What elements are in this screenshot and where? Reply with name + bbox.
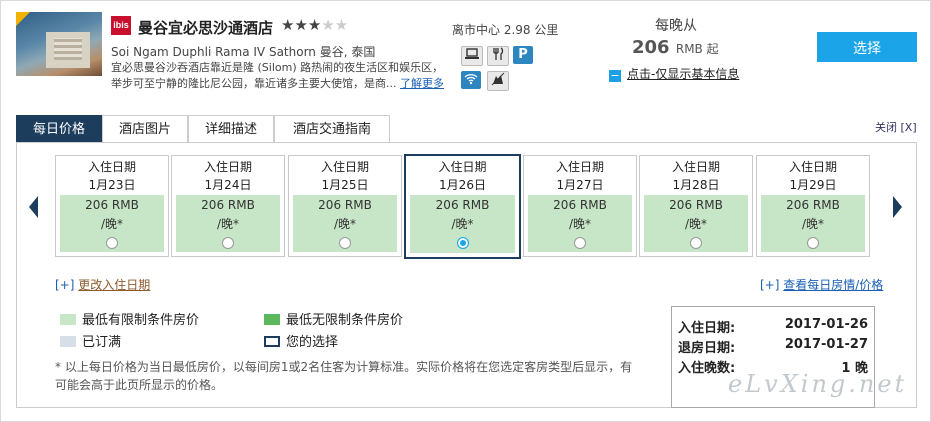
change-checkin-link[interactable]: [+] 更改入住日期 — [55, 276, 150, 293]
hotel-photo-flag-icon — [16, 12, 30, 26]
price-from-label: 每晚从 — [655, 18, 697, 34]
card-per-night: /晚* — [801, 217, 825, 231]
hotel-name[interactable]: 曼谷宜必思沙通酒店 — [138, 17, 273, 38]
date-card[interactable]: 入住日期 1月25日 206 RMB /晚* — [288, 155, 402, 257]
card-per-night: /晚* — [216, 217, 240, 231]
price-cell: 206 RMB /晚* — [60, 195, 164, 252]
card-per-night: /晚* — [333, 217, 357, 231]
price-cell: 206 RMB /晚* — [761, 195, 865, 252]
checkin-label: 入住日期 — [87, 160, 136, 174]
date-radio[interactable] — [574, 237, 586, 249]
date-card[interactable]: 入住日期 1月27日 206 RMB /晚* — [523, 155, 637, 257]
card-price: 206 RMB — [85, 198, 139, 212]
legend-swatch — [60, 336, 76, 347]
card-per-night: /晚* — [100, 217, 124, 231]
distance-to-center: 离市中心 2.98 公里 — [452, 23, 559, 37]
hotel-description-line: 举步可至宁静的隆比尼公园，靠近诸多主要大使馆，是商... 了解更多 — [111, 77, 444, 90]
hotel-address: Soi Ngam Duphli Rama IV Sathorn 曼谷, 泰国 — [111, 45, 376, 59]
card-date: 1月29日 — [789, 178, 837, 192]
date-radio[interactable] — [807, 237, 819, 249]
date-radio[interactable] — [222, 237, 234, 249]
price-cell: 206 RMB /晚* — [528, 195, 632, 252]
checkin-label: 入住日期 — [203, 160, 252, 174]
price-note: * 以上每日价格为当日最低房价，以每间房1或2名住客为计算标准。实际价格将在您选… — [55, 358, 645, 394]
card-price: 206 RMB — [786, 198, 840, 212]
expand-icon: [+] — [760, 278, 780, 292]
date-card[interactable]: 入住日期 1月24日 206 RMB /晚* — [171, 155, 285, 257]
tab-description[interactable]: 详细描述 — [188, 115, 274, 143]
prev-dates-arrow-icon[interactable] — [29, 196, 38, 218]
view-daily-link[interactable]: [+] 查看每日房情/价格 — [760, 276, 883, 293]
restaurant-icon — [487, 46, 509, 66]
star-rating: ★★★★★ — [281, 16, 348, 34]
price-note-line: * 以上每日价格为当日最低房价，以每间房1或2名住客为计算标准。实际价格将在您选… — [55, 360, 633, 374]
date-card[interactable]: 入住日期 1月29日 206 RMB /晚* — [756, 155, 870, 257]
legend-swatch — [264, 314, 280, 325]
checkin-label: 入住日期 — [555, 160, 604, 174]
checkin-label: 入住日期 — [320, 160, 369, 174]
legend-unrestricted: 最低无限制条件房价 — [264, 309, 403, 328]
date-card[interactable]: 入住日期 1月23日 206 RMB /晚* — [55, 155, 169, 257]
legend-your-choice: 您的选择 — [264, 331, 338, 350]
date-radio[interactable] — [339, 237, 351, 249]
card-per-night: /晚* — [568, 217, 592, 231]
card-date: 1月27日 — [556, 178, 604, 192]
next-dates-arrow-icon[interactable] — [893, 196, 902, 218]
basic-info-toggle[interactable]: − 点击-仅显示基本信息 — [609, 65, 739, 82]
checkin-label: 入住日期 — [671, 160, 720, 174]
date-radio[interactable] — [690, 237, 702, 249]
wifi-icon — [461, 71, 481, 89]
price-cell: 206 RMB /晚* — [644, 195, 748, 252]
hotel-description: 宜必思曼谷沙吞酒店靠近是隆 (Silom) 路热闹的夜生活区和娱乐区， 举步可至… — [111, 60, 446, 92]
date-radio[interactable] — [106, 237, 118, 249]
checkin-label: 入住日期 — [788, 160, 837, 174]
pet-icon — [487, 71, 509, 91]
price-note-line: 可能会高于此页所显示的价格。 — [55, 378, 224, 392]
card-date: 1月23日 — [88, 178, 136, 192]
legend-swatch — [60, 314, 76, 325]
learn-more-link[interactable]: 了解更多 — [400, 77, 444, 90]
card-price: 206 RMB — [669, 198, 723, 212]
date-card-selected[interactable]: 入住日期 1月26日 206 RMB /晚* — [404, 154, 521, 259]
card-price: 206 RMB — [553, 198, 607, 212]
price-cell: 206 RMB /晚* — [176, 195, 280, 252]
site-watermark: eLvXing.net — [728, 370, 908, 398]
card-price: 206 RMB — [435, 198, 490, 212]
tab-transport-guide[interactable]: 酒店交通指南 — [274, 115, 390, 143]
close-button[interactable]: 关闭 [X] — [875, 119, 917, 135]
select-button[interactable]: 选择 — [817, 32, 917, 62]
price-cell: 206 RMB /晚* — [410, 195, 515, 253]
ibis-brand-logo: ibis — [111, 16, 131, 35]
tab-daily-price[interactable]: 每日价格 — [16, 115, 102, 143]
date-radio-checked[interactable] — [456, 237, 469, 249]
star-filled-icon: ★★★ — [281, 16, 322, 34]
price-cell: 206 RMB /晚* — [293, 195, 397, 252]
expand-icon: [+] — [55, 278, 75, 292]
price-amount: 206 RMB 起 — [632, 37, 719, 58]
legend-sold-out: 已订满 — [60, 331, 121, 350]
card-date: 1月26日 — [439, 178, 486, 192]
card-date: 1月28日 — [672, 178, 720, 192]
card-date: 1月25日 — [321, 178, 369, 192]
legend-restricted: 最低有限制条件房价 — [60, 309, 199, 328]
card-price: 206 RMB — [201, 198, 255, 212]
tab-hotel-photos[interactable]: 酒店图片 — [102, 115, 188, 143]
legend-swatch — [264, 336, 280, 347]
star-empty-icon: ★★ — [321, 16, 349, 34]
parking-icon: P — [513, 46, 533, 64]
collapse-icon: − — [609, 69, 621, 82]
computer-icon — [461, 46, 483, 66]
hotel-photo-windows — [54, 38, 82, 60]
date-card[interactable]: 入住日期 1月28日 206 RMB /晚* — [639, 155, 753, 257]
card-per-night: /晚* — [684, 217, 708, 231]
card-price: 206 RMB — [318, 198, 372, 212]
card-per-night: /晚* — [451, 217, 474, 231]
summary-checkout: 退房日期: 2017-01-27 — [678, 337, 868, 356]
hotel-photo[interactable] — [16, 12, 102, 76]
basic-info-link[interactable]: 点击-仅显示基本信息 — [627, 67, 739, 81]
hotel-description-line: 宜必思曼谷沙吞酒店靠近是隆 (Silom) 路热闹的夜生活区和娱乐区， — [111, 61, 444, 74]
checkin-label: 入住日期 — [438, 160, 487, 174]
summary-checkin: 入住日期: 2017-01-26 — [678, 317, 868, 336]
card-date: 1月24日 — [204, 178, 252, 192]
